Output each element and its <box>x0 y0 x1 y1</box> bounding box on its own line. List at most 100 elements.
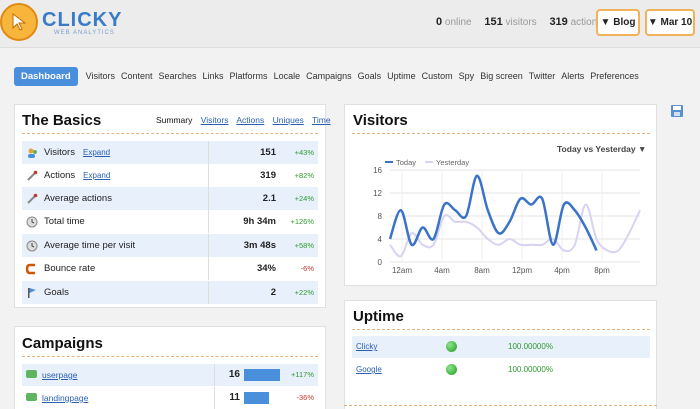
basics-label: Goals <box>44 287 69 298</box>
basics-label: Total time <box>44 216 85 227</box>
uptime-percent: 100.00000% <box>508 365 553 374</box>
uptime-divider <box>352 329 650 330</box>
campaign-value: 11 <box>214 387 240 409</box>
nav-links[interactable]: Links <box>203 71 224 81</box>
x-tick-label: 8pm <box>594 266 610 275</box>
campaign-icon <box>26 393 37 401</box>
top-header: CLICKY WEB ANALYTICS 0 online 151 visito… <box>0 0 700 48</box>
basics-change: -6% <box>300 264 314 273</box>
nav-goals[interactable]: Goals <box>358 71 382 81</box>
basics-row-total-time: Total time 9h 34m +126% <box>22 210 318 233</box>
nav-platforms[interactable]: Platforms <box>230 71 268 81</box>
uptime-title: Uptime <box>353 308 404 325</box>
y-tick-label: 12 <box>373 189 382 198</box>
nav-dashboard[interactable]: Dashboard <box>14 66 78 86</box>
campaign-link[interactable]: userpage <box>42 370 77 380</box>
nav-content[interactable]: Content <box>121 71 153 81</box>
logo-subtitle: WEB ANALYTICS <box>54 30 115 36</box>
basics-label: Average actions <box>44 193 112 204</box>
nav-preferences[interactable]: Preferences <box>590 71 639 81</box>
nav-alerts[interactable]: Alerts <box>561 71 584 81</box>
uptime-site-link[interactable]: Clicky <box>356 342 377 351</box>
campaign-row: userpage 16 +117% <box>22 364 318 386</box>
tab-summary[interactable]: Summary <box>156 115 192 125</box>
tab-time[interactable]: Time <box>312 115 331 125</box>
basics-change: +22% <box>294 288 314 297</box>
basics-value: 9h 34m <box>208 210 278 233</box>
date-dropdown-button[interactable]: ▼ Mar 10 <box>645 9 695 36</box>
basics-row-average-actions: Average actions 2.1 +24% <box>22 187 318 210</box>
logo-text: CLICKY <box>42 9 123 31</box>
uptime-row: Google 100.00000% <box>352 359 650 381</box>
basics-label: Actions <box>44 170 76 181</box>
y-tick-label: 4 <box>378 235 383 244</box>
visitors-chart-title: Visitors <box>353 112 408 129</box>
nav-spy[interactable]: Spy <box>459 71 475 81</box>
basics-value: 2 <box>208 281 278 304</box>
campaign-bar <box>244 392 269 404</box>
campaign-row: landingpage 11 -36% <box>22 387 318 409</box>
campaign-bar <box>244 369 280 381</box>
uptime-bottom-divider <box>344 405 657 406</box>
expand-actions-link[interactable]: Expand <box>83 171 110 180</box>
blog-dropdown-button[interactable]: ▼ Blog <box>596 9 640 36</box>
goals-icon <box>26 287 38 299</box>
basics-value: 3m 48s <box>208 234 278 257</box>
uptime-row: Clicky 100.00000% <box>352 336 650 358</box>
tab-actions[interactable]: Actions <box>236 115 264 125</box>
tab-visitors[interactable]: Visitors <box>201 115 229 125</box>
basics-change: +126% <box>290 217 314 226</box>
nav-twitter[interactable]: Twitter <box>529 71 556 81</box>
legend-label: Today <box>396 158 416 167</box>
campaign-icon <box>26 370 37 378</box>
save-icon[interactable] <box>670 104 684 118</box>
nav-campaigns[interactable]: Campaigns <box>306 71 352 81</box>
basics-value: 319 <box>208 164 278 187</box>
campaign-change: -36% <box>296 393 314 402</box>
basics-divider <box>22 133 318 134</box>
online-label: online <box>444 17 472 28</box>
online-count: 0 <box>436 16 443 28</box>
basics-row-goals: Goals 2 +22% <box>22 281 318 304</box>
x-tick-label: 4am <box>434 266 450 275</box>
campaigns-title: Campaigns <box>22 335 103 352</box>
x-tick-label: 12pm <box>512 266 532 275</box>
bounce-icon <box>26 263 38 275</box>
basics-row-average-time: Average time per visit 3m 48s +58% <box>22 234 318 257</box>
y-tick-label: 0 <box>378 258 383 267</box>
basics-change: +58% <box>294 241 314 250</box>
status-up-icon <box>446 364 457 375</box>
nav-searches[interactable]: Searches <box>159 71 197 81</box>
basics-change: +24% <box>294 194 314 203</box>
nav-big-screen[interactable]: Big screen <box>480 71 523 81</box>
uptime-site-link[interactable]: Google <box>356 365 382 374</box>
basics-row-actions: Actions Expand 319 +82% <box>22 164 318 187</box>
x-tick-label: 4pm <box>554 266 570 275</box>
clicky-logo[interactable] <box>0 3 38 41</box>
y-tick-label: 16 <box>373 166 382 175</box>
actions-count: 319 <box>549 16 568 28</box>
basics-label: Visitors <box>44 147 75 158</box>
status-up-icon <box>446 341 457 352</box>
actions-icon <box>26 170 38 182</box>
tab-uniques[interactable]: Uniques <box>273 115 304 125</box>
nav-visitors[interactable]: Visitors <box>86 71 115 81</box>
visitors-label: visitors <box>505 17 537 28</box>
nav-uptime[interactable]: Uptime <box>387 71 416 81</box>
nav-custom[interactable]: Custom <box>422 71 453 81</box>
basics-value: 2.1 <box>208 187 278 210</box>
basics-label: Average time per visit <box>44 240 136 251</box>
clock-icon <box>26 216 38 228</box>
basics-value: 34% <box>208 257 278 280</box>
basics-tabs: Summary Visitors Actions Uniques Time <box>156 115 337 125</box>
visitors-icon <box>26 147 38 159</box>
basics-row-visitors: Visitors Expand 151 +43% <box>22 141 318 164</box>
x-tick-label: 12am <box>392 266 412 275</box>
expand-visitors-link[interactable]: Expand <box>83 148 110 157</box>
main-nav: Dashboard Visitors Content Searches Link… <box>14 66 645 86</box>
basics-row-bounce-rate: Bounce rate 34% -6% <box>22 257 318 280</box>
campaign-link[interactable]: landingpage <box>42 393 88 403</box>
basics-title: The Basics <box>22 112 102 129</box>
nav-locale[interactable]: Locale <box>274 71 301 81</box>
campaign-value: 16 <box>214 364 240 386</box>
